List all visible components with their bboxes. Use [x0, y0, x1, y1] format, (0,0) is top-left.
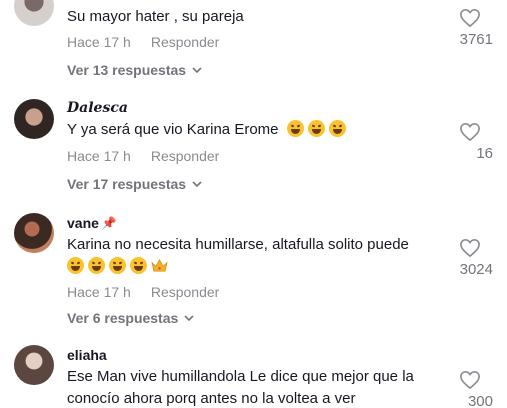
comment-item: Dalesca Y ya será que vio Karina Erome H… — [0, 97, 507, 197]
comment-meta: Hace 17 h Responder — [67, 148, 219, 164]
rofl-emoji — [328, 120, 346, 137]
like-count: 300 — [467, 393, 493, 408]
chevron-down-icon — [192, 181, 202, 188]
comment-item: Su mayor hater , su pareja Hace 17 h Res… — [0, 0, 507, 85]
comment-text-content: Karina no necesita humillarse, altafulla… — [67, 236, 409, 253]
comment-meta: Hace 17 h Responder — [67, 284, 219, 300]
comment-time: Hace 17 h — [67, 284, 131, 300]
reply-button[interactable]: Responder — [151, 148, 220, 164]
view-replies-label: Ver 13 respuestas — [67, 62, 187, 78]
rofl-emoji — [109, 257, 126, 274]
rofl-emoji — [286, 120, 304, 137]
heart-icon[interactable] — [459, 8, 481, 28]
comment-text-content: Y ya será que vio Karina Erome — [67, 121, 279, 138]
username-label: eliaha — [67, 347, 107, 363]
like-count: 3024 — [459, 261, 493, 278]
like-count: 3761 — [459, 31, 493, 48]
rofl-emoji — [88, 257, 105, 274]
comment-username[interactable]: eliaha — [67, 347, 107, 363]
avatar[interactable] — [14, 99, 54, 139]
like-count: 16 — [476, 145, 493, 162]
comment-username[interactable]: vane 📌 — [67, 215, 117, 231]
view-replies-button[interactable]: Ver 13 respuestas — [67, 62, 202, 78]
crown-emoji — [151, 259, 168, 272]
avatar[interactable] — [14, 345, 54, 385]
chevron-down-icon — [192, 67, 202, 74]
like-area: 300 — [433, 370, 493, 408]
chevron-down-icon — [184, 315, 194, 322]
comment-item: eliaha Ese Man vive humillandola Le dice… — [0, 343, 507, 408]
comment-text: Karina no necesita humillarse, altafulla… — [67, 234, 452, 278]
reply-button[interactable]: Responder — [151, 284, 220, 300]
comment-text: Ese Man vive humillandola Le dice que me… — [67, 368, 414, 407]
like-area: 3761 — [433, 8, 493, 48]
avatar[interactable] — [14, 213, 54, 253]
username-label: Dalesca — [67, 100, 128, 116]
comment-meta: Hace 17 h Responder — [67, 34, 219, 50]
comment-time: Hace 17 h — [67, 34, 131, 50]
comment-text: Y ya será que vio Karina Erome — [67, 119, 452, 141]
avatar[interactable] — [14, 0, 54, 26]
view-replies-label: Ver 17 respuestas — [67, 176, 187, 192]
comment-time: Hace 17 h — [67, 148, 131, 164]
rofl-emoji — [130, 257, 147, 274]
comment-text: Su mayor hater , su pareja — [67, 8, 244, 25]
heart-icon[interactable] — [459, 238, 481, 258]
view-replies-label: Ver 6 respuestas — [67, 310, 179, 326]
heart-icon[interactable] — [459, 122, 481, 142]
view-replies-button[interactable]: Ver 17 respuestas — [67, 176, 202, 192]
like-area: 3024 — [433, 238, 493, 278]
comment-username[interactable]: Dalesca — [67, 100, 128, 116]
comment-item: vane 📌 Karina no necesita humillarse, al… — [0, 211, 507, 331]
like-area: 16 — [433, 122, 493, 162]
reply-button[interactable]: Responder — [151, 34, 220, 50]
username-label: vane — [67, 215, 99, 231]
pin-icon: 📌 — [101, 216, 117, 230]
view-replies-button[interactable]: Ver 6 respuestas — [67, 310, 194, 326]
rofl-emoji — [307, 120, 325, 137]
heart-icon[interactable] — [459, 370, 481, 390]
rofl-emoji — [67, 257, 84, 274]
